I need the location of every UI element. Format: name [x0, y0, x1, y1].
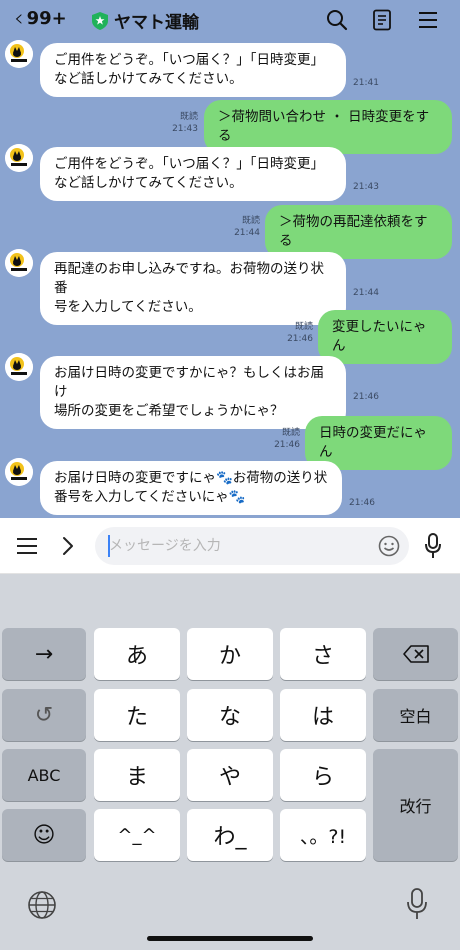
- message-time: 21:46: [349, 498, 375, 508]
- black-cat-logo-icon: [5, 40, 33, 68]
- message-bubble-in[interactable]: ご用件をどうぞ。「いつ届く？」「日時変更」 など話しかけてみてください。: [40, 43, 346, 97]
- message-time: 21:41: [353, 78, 379, 88]
- chevron-right-icon[interactable]: [60, 535, 76, 557]
- message-time: 21:44: [353, 288, 379, 298]
- verified-shield-icon: [92, 11, 108, 30]
- key-na[interactable]: な: [187, 689, 273, 741]
- chat-title-group[interactable]: ヤマト運輸: [92, 8, 199, 33]
- key-ya[interactable]: や: [187, 749, 273, 801]
- key-a[interactable]: あ: [94, 628, 180, 680]
- read-receipt: 既読: [294, 322, 313, 332]
- backspace-icon: [402, 645, 429, 663]
- read-receipt: 既読: [179, 112, 198, 122]
- read-receipt: 既読: [241, 216, 260, 226]
- chevron-left-icon: ‹: [14, 4, 24, 32]
- key-sa[interactable]: さ: [280, 628, 366, 680]
- black-cat-logo-icon: [5, 249, 33, 277]
- hamburger-menu-icon[interactable]: [16, 535, 38, 557]
- black-cat-logo-icon: [5, 353, 33, 381]
- globe-icon[interactable]: [27, 890, 57, 920]
- message-time: 21:44: [234, 228, 260, 238]
- dictation-microphone-icon[interactable]: [406, 887, 428, 921]
- menu-icon[interactable]: [416, 8, 440, 32]
- message-bubble-in[interactable]: 再配達のお申し込みですね。お荷物の送り状番 号を入力してください。: [40, 252, 346, 325]
- message-time: 21:46: [287, 334, 313, 344]
- space-key[interactable]: 空白: [373, 689, 458, 741]
- chat-title: ヤマト運輸: [114, 13, 199, 33]
- black-cat-logo-icon: [5, 458, 33, 486]
- key-punctuation[interactable]: 、。?!: [280, 809, 366, 861]
- message-bubble-in[interactable]: お届け日時の変更ですかにゃ？もしくはお届け 場所の変更をご希望でしょうかにゃ？: [40, 356, 346, 429]
- yamato-avatar[interactable]: [5, 40, 33, 68]
- key-ha[interactable]: は: [280, 689, 366, 741]
- message-bubble-out[interactable]: 変更したいにゃん: [318, 310, 452, 364]
- message-bubble-in[interactable]: ご用件をどうぞ。「いつ届く？」「日時変更」 など話しかけてみてください。: [40, 147, 346, 201]
- message-bubble-in[interactable]: お届け日時の変更ですにゃ🐾お荷物の送り状 番号を入力してくださいにゃ🐾: [40, 461, 342, 515]
- key-kaomoji[interactable]: ^_^: [94, 809, 180, 861]
- unread-count: 99+: [26, 7, 67, 29]
- abc-key[interactable]: ABC: [2, 749, 86, 801]
- key-wa[interactable]: わ_: [187, 809, 273, 861]
- yamato-avatar[interactable]: [5, 249, 33, 277]
- back-button[interactable]: ‹ 99+: [14, 6, 67, 30]
- key-ka[interactable]: か: [187, 628, 273, 680]
- message-input-bar: [0, 518, 460, 574]
- arrow-key[interactable]: →: [2, 628, 86, 680]
- message-time: 21:46: [274, 440, 300, 450]
- chat-area[interactable]: ご用件をどうぞ。「いつ届く？」「日時変更」 など話しかけてみてください。 21:…: [0, 40, 460, 518]
- microphone-icon[interactable]: [424, 533, 442, 559]
- japanese-keyboard: → あ か さ ↺ た な は 空白 ABC ま や ら 改行 ☺ ^_^ わ_…: [0, 574, 460, 950]
- return-key[interactable]: 改行: [373, 749, 458, 861]
- message-bubble-out[interactable]: ＞荷物問い合わせ ・ 日時変更をする: [204, 100, 452, 154]
- home-indicator: [147, 936, 313, 941]
- yamato-avatar[interactable]: [5, 458, 33, 486]
- read-receipt: 既読: [281, 428, 300, 438]
- text-cursor: [108, 535, 110, 557]
- message-time: 21:46: [353, 392, 379, 402]
- notes-icon[interactable]: [370, 8, 394, 32]
- key-ta[interactable]: た: [94, 689, 180, 741]
- emoji-key[interactable]: ☺: [2, 809, 86, 861]
- message-input[interactable]: [95, 527, 409, 565]
- emoji-icon[interactable]: [378, 535, 400, 557]
- backspace-key[interactable]: [373, 628, 458, 680]
- message-time: 21:43: [353, 182, 379, 192]
- black-cat-logo-icon: [5, 144, 33, 172]
- yamato-avatar[interactable]: [5, 353, 33, 381]
- search-icon[interactable]: [325, 8, 349, 32]
- undo-key[interactable]: ↺: [2, 689, 86, 741]
- yamato-avatar[interactable]: [5, 144, 33, 172]
- key-ra[interactable]: ら: [280, 749, 366, 801]
- key-ma[interactable]: ま: [94, 749, 180, 801]
- message-time: 21:43: [172, 124, 198, 134]
- message-bubble-out[interactable]: ＞荷物の再配達依頼をする: [265, 205, 452, 259]
- chat-header: ‹ 99+ ヤマト運輸: [0, 0, 460, 40]
